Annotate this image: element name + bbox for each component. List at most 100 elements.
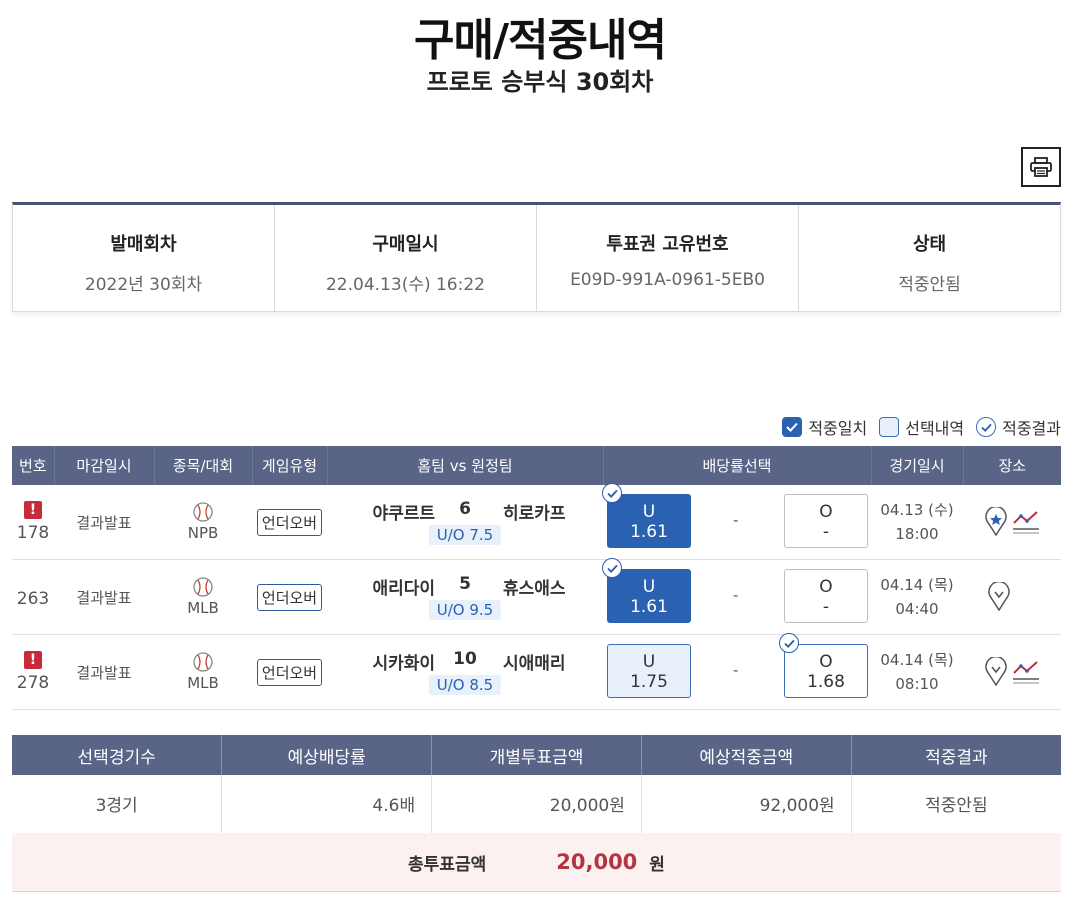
place-cell: [963, 485, 1061, 560]
print-button[interactable]: [1021, 147, 1061, 187]
table-row: ! 278 결과발표 MLB 언더오버 시카화이 10 시애매리 U/O 8.5: [12, 633, 1061, 710]
odds-cell: U 1.75 - O 1.68: [603, 633, 871, 710]
location-star-icon[interactable]: [984, 507, 1008, 537]
league-cell: NPB: [154, 485, 252, 560]
league-name: NPB: [187, 524, 219, 542]
info-value: E09D-991A-0961-5EB0: [570, 270, 765, 290]
info-purchase-date: 구매일시 22.04.13(수) 16:22: [275, 205, 537, 311]
game-time: 08:10: [895, 675, 939, 693]
game-datetime: 04.14 (목) 08:10: [871, 634, 963, 710]
info-round: 발매회차 2022년 30회차: [13, 205, 275, 311]
selected-box-icon: [879, 417, 900, 437]
game-number: ! 178: [12, 485, 54, 560]
legend-label: 적중일치: [808, 419, 868, 438]
page-subtitle: 프로토 승부식 30회차: [426, 68, 654, 96]
location-pin-icon[interactable]: [987, 582, 1011, 612]
total-bar: 총투표금액 20,000 원: [12, 833, 1061, 892]
gametype-cell: 언더오버: [252, 634, 327, 710]
odd-label: O: [819, 577, 833, 597]
odd-value: 1.75: [630, 672, 668, 692]
chart-trend-icon[interactable]: [1012, 659, 1040, 685]
odd-value: 1.61: [630, 597, 668, 617]
league-cell: MLB: [154, 634, 252, 710]
col-header: 종목/대회: [154, 446, 253, 485]
col-header: 마감일시: [54, 446, 155, 485]
game-date: 04.13 (수): [880, 501, 954, 519]
odd-label: O: [819, 652, 833, 672]
odd-value: -: [822, 597, 830, 617]
gametype-button[interactable]: 언더오버: [256, 583, 323, 611]
info-value: 2022년 30회차: [84, 275, 203, 295]
summary-header: 적중결과: [851, 735, 1061, 775]
draw-dash: -: [733, 661, 739, 679]
draw-dash: -: [733, 586, 739, 604]
table-row: ! 178 결과발표 NPB 언더오버 야쿠르트 6 히로카프 U/O 7.5: [12, 483, 1061, 560]
check-circle-icon: [602, 483, 622, 503]
game-time: 04:40: [895, 600, 939, 618]
warning-icon: !: [24, 501, 42, 519]
league-cell: MLB: [154, 559, 252, 635]
game-date: 04.14 (목): [880, 651, 954, 669]
gametype-cell: 언더오버: [252, 559, 327, 635]
total-amount: 20,000: [556, 850, 638, 874]
chart-trend-icon[interactable]: [1012, 509, 1040, 535]
draw-dash: -: [733, 511, 739, 529]
odd-label: U: [642, 652, 656, 672]
col-header: 장소: [963, 446, 1061, 485]
legend: 적중일치 선택내역 적중결과: [770, 415, 1061, 439]
under-odds-button[interactable]: U 1.61: [602, 483, 691, 548]
legend-label: 선택내역: [905, 419, 965, 438]
info-label: 발매회차: [110, 234, 177, 255]
baseball-icon: [193, 652, 213, 672]
location-pin-icon[interactable]: [984, 657, 1008, 687]
league-name: MLB: [187, 599, 219, 617]
league-name: MLB: [187, 674, 219, 692]
under-odds-button[interactable]: U 1.61: [602, 558, 691, 623]
info-label: 투표권 고유번호: [606, 234, 729, 255]
col-header: 배당률선택: [603, 446, 872, 485]
col-header: 번호: [12, 446, 55, 485]
away-team: 휴스애스: [503, 579, 566, 599]
uo-line: U/O 7.5: [428, 525, 502, 545]
match-cell: 시카화이 10 시애매리 U/O 8.5: [327, 634, 603, 710]
uo-line: U/O 8.5: [428, 675, 502, 695]
over-odds-button[interactable]: O 1.68: [779, 633, 868, 698]
ticket-info-box: 발매회차 2022년 30회차 구매일시 22.04.13(수) 16:22 투…: [12, 202, 1061, 312]
game-date: 04.14 (목): [880, 576, 954, 594]
summary-header: 선택경기수: [12, 735, 223, 775]
gametype-cell: 언더오버: [252, 485, 327, 560]
legend-result: 적중결과: [976, 415, 1061, 439]
game-datetime: 04.14 (목) 04:40: [871, 559, 963, 635]
summary-result: 적중안됨: [851, 775, 1061, 834]
place-cell: [963, 634, 1061, 710]
summary-expected-odds: 4.6배: [221, 775, 433, 834]
odd-label: U: [642, 502, 656, 522]
summary-game-count: 3경기: [12, 775, 223, 834]
deadline: 결과발표: [54, 485, 154, 560]
odd-value: -: [822, 522, 830, 542]
page-title: 구매/적중내역: [414, 15, 667, 66]
summary-header: 개별투표금액: [431, 735, 642, 775]
total-unit: 원: [649, 854, 665, 875]
info-status: 상태 적중안됨: [799, 205, 1060, 311]
match-cell: 야쿠르트 6 히로카프 U/O 7.5: [327, 485, 603, 560]
check-icon: [782, 417, 803, 437]
gametype-button[interactable]: 언더오버: [256, 508, 323, 536]
over-odds-button[interactable]: O -: [784, 494, 868, 548]
summary-row: 3경기 4.6배 20,000원 92,000원 적중안됨: [12, 775, 1061, 834]
check-circle-icon: [779, 633, 799, 653]
gametype-button[interactable]: 언더오버: [256, 658, 323, 686]
print-icon: [1030, 157, 1052, 177]
summary-header-row: 선택경기수 예상배당률 개별투표금액 예상적중금액 적중결과: [12, 735, 1061, 775]
under-odds-button[interactable]: U 1.75: [607, 644, 691, 698]
game-number: ! 278: [12, 634, 54, 710]
games-table: 번호 마감일시 종목/대회 게임유형 홈팀 vs 원정팀 배당률선택 경기일시 …: [12, 446, 1061, 710]
info-label: 상태: [912, 234, 947, 255]
odds-cell: U 1.61 - O -: [602, 483, 871, 560]
away-team: 시애매리: [503, 654, 566, 674]
over-odds-button[interactable]: O -: [784, 569, 868, 623]
odds-cell: U 1.61 - O -: [602, 558, 871, 635]
total-label: 총투표금액: [408, 854, 487, 875]
away-team: 히로카프: [503, 504, 566, 524]
game-number-value: 263: [16, 589, 50, 609]
